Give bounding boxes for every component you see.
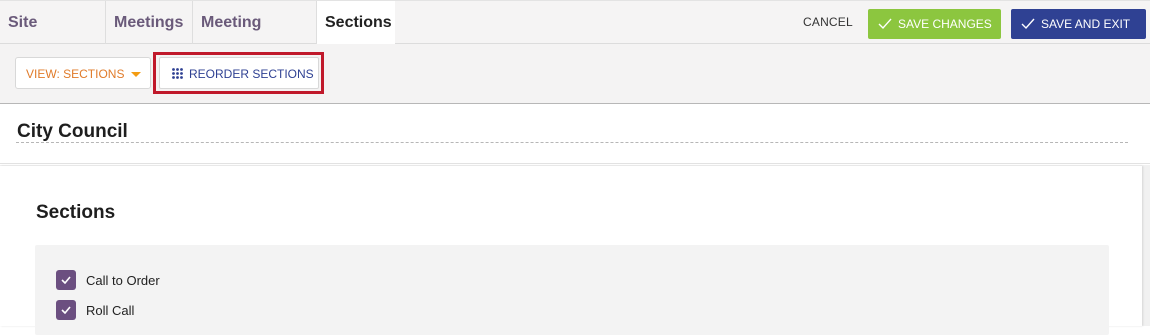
cancel-button[interactable]: CANCEL	[803, 15, 853, 29]
tab-meetings[interactable]: Meetings	[106, 1, 193, 44]
section-item-label: Roll Call	[86, 302, 135, 318]
caret-down-icon	[131, 72, 141, 77]
checkmark-icon	[61, 306, 71, 314]
title-underline	[16, 142, 1128, 143]
sections-list-panel: Call to Order Roll Call	[35, 245, 1109, 335]
tab-sections[interactable]: Sections	[317, 1, 395, 44]
drag-grid-icon	[172, 68, 183, 79]
checkmark-icon	[878, 18, 892, 30]
toolbar: VIEW: SECTIONS REORDER SECTIONS	[0, 44, 1150, 104]
checkbox-checked[interactable]	[56, 300, 76, 320]
sections-heading: Sections	[36, 202, 116, 223]
save-and-exit-label: SAVE AND EXIT	[1041, 17, 1131, 31]
page-title[interactable]: City Council	[17, 121, 128, 143]
tab-site-settings[interactable]: Site Settings	[0, 1, 106, 74]
save-changes-button[interactable]: SAVE CHANGES	[868, 9, 1001, 39]
section-item-label: Call to Order	[86, 272, 160, 288]
reorder-sections-button[interactable]: REORDER SECTIONS	[159, 57, 319, 89]
section-item[interactable]: Call to Order	[56, 270, 160, 290]
tab-meeting-types[interactable]: Meeting Types	[193, 1, 317, 74]
checkbox-checked[interactable]	[56, 270, 76, 290]
checkmark-icon	[61, 276, 71, 284]
section-item[interactable]: Roll Call	[56, 300, 134, 320]
page-header: City Council	[0, 104, 1150, 164]
sections-card: Sections Call to Order Roll Call	[0, 166, 1142, 335]
view-select-label: VIEW: SECTIONS	[26, 67, 125, 81]
reorder-sections-label: REORDER SECTIONS	[189, 67, 314, 81]
save-and-exit-button[interactable]: SAVE AND EXIT	[1011, 9, 1146, 39]
save-changes-label: SAVE CHANGES	[898, 17, 992, 31]
checkmark-icon	[1021, 18, 1035, 30]
top-nav-bar: Site Settings Meetings Meeting Types Sec…	[0, 0, 1150, 74]
view-select-dropdown[interactable]: VIEW: SECTIONS	[15, 57, 151, 89]
